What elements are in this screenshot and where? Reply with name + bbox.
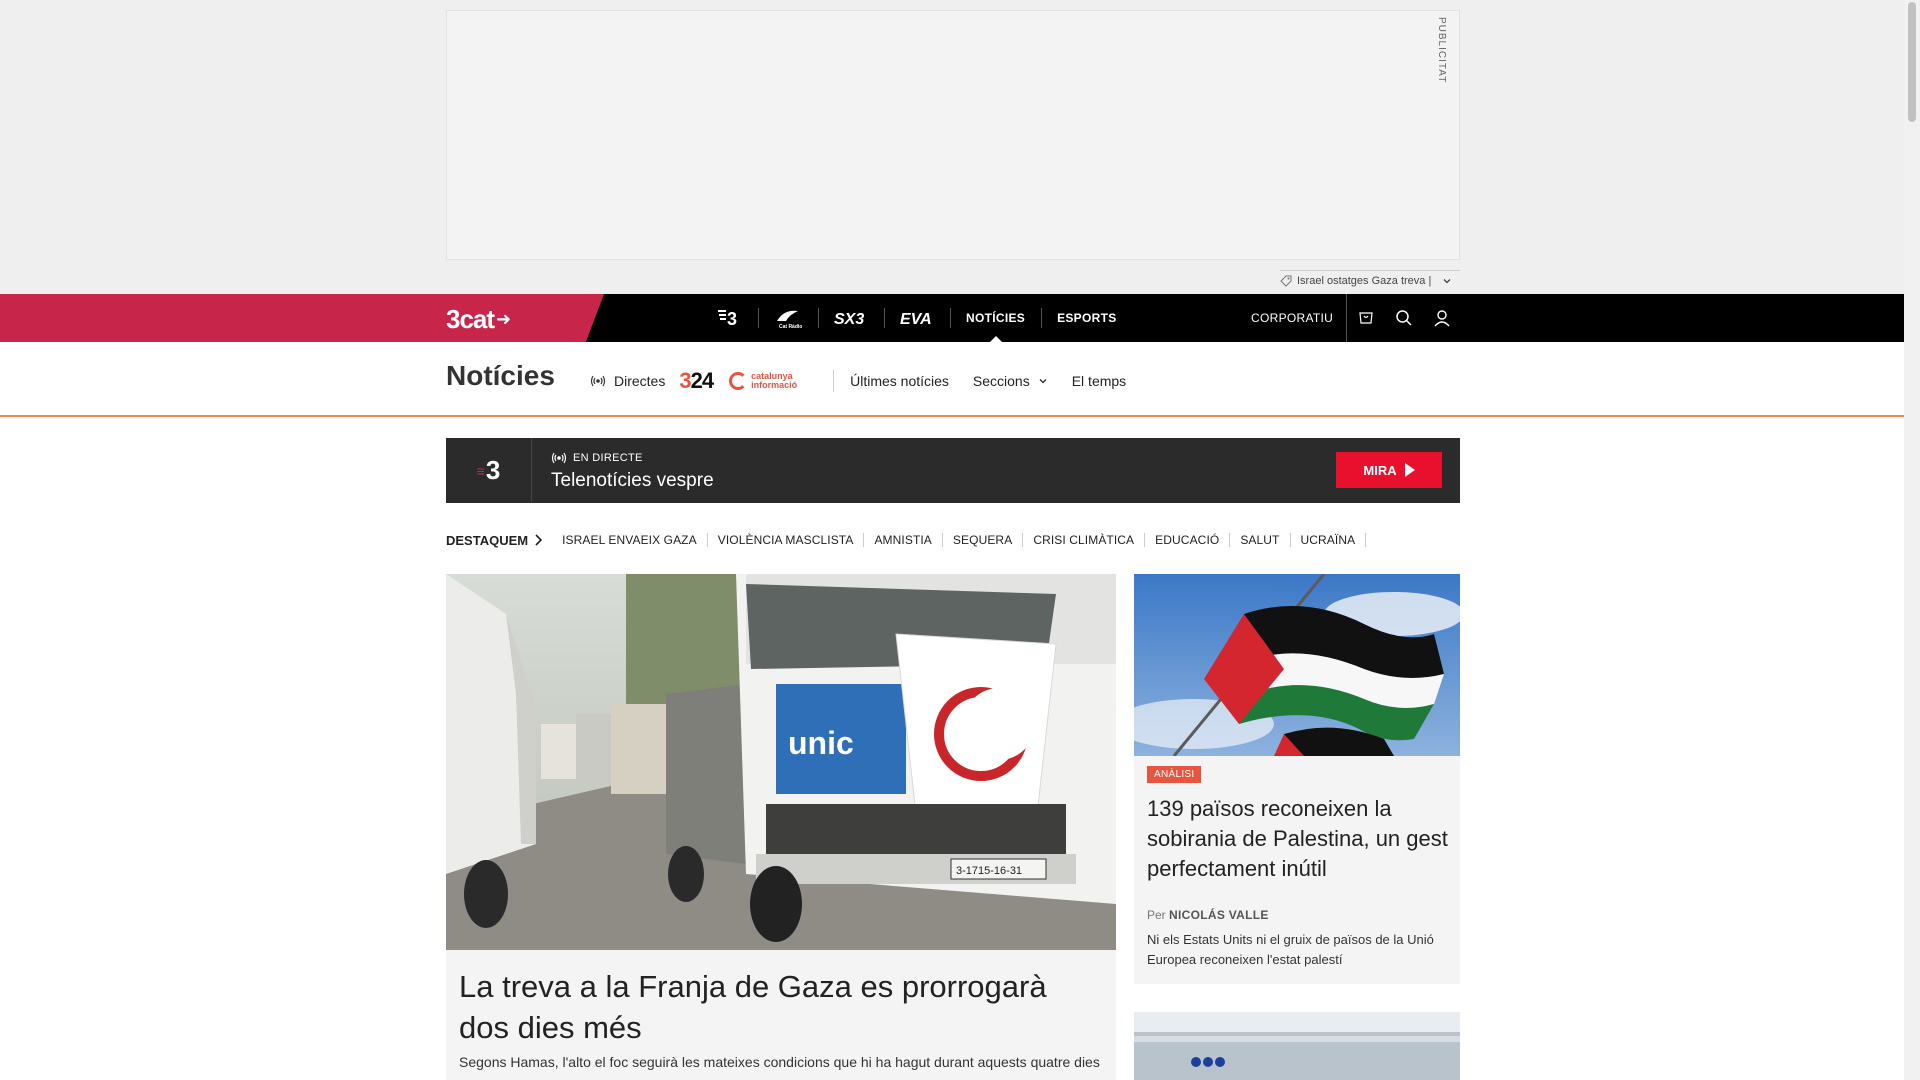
corporate-link[interactable]: CORPORATIU — [1251, 294, 1333, 342]
user-icon[interactable] — [1423, 309, 1461, 327]
nav-seccions[interactable]: Seccions — [973, 373, 1048, 389]
section-nav-items: Directes 324 catalunya informació Últime… — [590, 368, 1150, 394]
channel-noticies-label: NOTÍCIES — [966, 311, 1026, 325]
channel-esports-label: ESPORTS — [1057, 311, 1117, 325]
main-article-summary: Segons Hamas, l'alto el foc seguirà les … — [459, 1054, 1100, 1070]
trending-tags-text: Israel ostatges Gaza treva | — [1297, 274, 1432, 287]
live-tag: EN DIRECTE — [551, 452, 643, 464]
scrollbar-thumb[interactable] — [1908, 2, 1916, 122]
ci-logo-text: catalunya informació — [751, 371, 798, 390]
topic-tag[interactable]: SEQUERA — [943, 533, 1024, 547]
catalunya-informacio-logo[interactable]: catalunya informació — [729, 372, 813, 390]
eva-logo-icon: EVA — [900, 311, 932, 327]
topic-tag[interactable]: EDUCACIÓ — [1145, 533, 1231, 547]
ad-banner[interactable]: PUBLICITAT — [446, 10, 1460, 260]
brand-background — [0, 294, 604, 342]
side-article-card[interactable]: ANÀLISI 139 països reconeixen la sobiran… — [1134, 574, 1460, 984]
cart-icon[interactable] — [1347, 310, 1385, 326]
directes-label: Directes — [614, 373, 666, 389]
page-scrollbar[interactable] — [1904, 0, 1920, 1080]
section-navigation: Notícies Directes 324 catalunya informac… — [0, 342, 1904, 417]
nav-seccions-label: Seccions — [972, 373, 1030, 389]
brand-name: 3cat — [446, 304, 495, 334]
catradio-logo-icon: Cat Ràdio — [777, 310, 802, 329]
channel-catradio[interactable]: Cat Ràdio — [758, 294, 818, 342]
top-navigation-bar: 3cat ➜ 3 Cat Ràdio SX3 EVA NOTÍCIES ESPO… — [0, 294, 1904, 342]
side-article-summary: Ni els Estats Units ni el gruix de païso… — [1147, 932, 1434, 967]
trending-tags[interactable]: Israel ostatges Gaza treva | — [1280, 270, 1460, 290]
byline-prefix: Per — [1147, 908, 1166, 922]
main-article-title[interactable]: La treva a la Franja de Gaza es prorroga… — [459, 966, 1099, 1048]
svg-text:3: 3 — [727, 309, 737, 328]
3cat-logo[interactable]: 3cat ➜ — [446, 304, 511, 335]
featured-topics-title: DESTAQUEM — [446, 532, 529, 548]
nav-divider — [833, 370, 835, 392]
article-byline: Per NICOLÁS VALLE — [1147, 908, 1269, 922]
main-article-card[interactable]: unic 3-1715-16-31 La treva a la Franja d… — [446, 574, 1116, 1080]
truck-plate-text: 3-1715-16-31 — [956, 865, 1022, 877]
channel-noticies[interactable]: NOTÍCIES — [950, 294, 1041, 342]
svg-text:Cat Ràdio: Cat Ràdio — [779, 324, 802, 329]
sx3-logo-icon: SX3 — [834, 311, 864, 327]
truck-sign-text: unic — [788, 725, 854, 761]
play-icon — [1404, 463, 1415, 477]
channel-sx3[interactable]: SX3 — [818, 294, 884, 342]
watch-button-label: MIRA — [1363, 462, 1397, 478]
article-category-badge: ANÀLISI — [1147, 766, 1202, 783]
author-name[interactable]: NICOLÁS VALLE — [1169, 908, 1269, 922]
live-channel-logo: ≡ 3 — [446, 438, 532, 503]
search-icon[interactable] — [1385, 309, 1423, 327]
324-logo[interactable]: 324 — [679, 368, 714, 394]
svg-text:SX3: SX3 — [834, 311, 864, 327]
chevron-down-icon — [1039, 379, 1047, 384]
topic-tag[interactable]: VIOLÈNCIA MASCLISTA — [708, 533, 865, 547]
main-article-image[interactable]: unic 3-1715-16-31 — [446, 574, 1116, 950]
featured-topics-label[interactable]: DESTAQUEM — [446, 532, 543, 548]
directes-link[interactable]: Directes — [590, 373, 665, 389]
next-article-image[interactable] — [1134, 1012, 1460, 1080]
channel-tv3[interactable]: 3 — [700, 294, 758, 342]
user-tools — [1346, 294, 1461, 342]
ci-ring-icon — [729, 372, 748, 390]
channel-eva[interactable]: EVA — [884, 294, 950, 342]
brand-arrow-icon: ➜ — [496, 309, 511, 329]
ad-label: PUBLICITAT — [1436, 17, 1447, 84]
svg-text:EVA: EVA — [900, 311, 932, 327]
channel-list: 3 Cat Ràdio SX3 EVA NOTÍCIES ESPORTS — [700, 294, 1133, 342]
featured-topics: DESTAQUEM ISRAEL ENVAEIX GAZA VIOLÈNCIA … — [446, 530, 1367, 550]
live-banner[interactable]: ≡ 3 EN DIRECTE Telenotícies vespre MIRA — [446, 438, 1460, 503]
tag-icon — [1280, 275, 1292, 287]
side-article-title[interactable]: 139 països reconeixen la sobirania de Pa… — [1147, 794, 1452, 884]
tv3-stripes-icon: ≡ — [476, 462, 485, 479]
live-tag-label: EN DIRECTE — [573, 452, 643, 464]
live-channel-number: 3 — [485, 455, 501, 485]
watch-button[interactable]: MIRA — [1336, 452, 1442, 488]
nav-ultimes-noticies[interactable]: Últimes notícies — [850, 373, 949, 389]
broadcast-icon — [590, 375, 606, 387]
topic-tag[interactable]: SALUT — [1230, 533, 1291, 547]
topic-tag[interactable]: CRISI CLIMÀTICA — [1023, 533, 1146, 547]
section-title[interactable]: Notícies — [446, 360, 555, 392]
broadcast-icon — [551, 452, 567, 464]
nav-el-temps[interactable]: El temps — [1072, 373, 1126, 389]
live-program-title[interactable]: Telenotícies vespre — [551, 470, 714, 492]
side-article-image[interactable] — [1134, 574, 1460, 756]
channel-esports[interactable]: ESPORTS — [1041, 294, 1132, 342]
tv3-logo-icon: 3 — [718, 309, 737, 328]
chevron-down-icon[interactable] — [1442, 276, 1452, 286]
ad-zone: PUBLICITAT Israel ostatges Gaza treva | — [0, 0, 1904, 294]
chevron-right-icon — [535, 534, 543, 546]
topic-tag[interactable]: AMNISTIA — [864, 533, 943, 547]
topic-tag[interactable]: UCRAÏNA — [1291, 533, 1367, 547]
topic-tag[interactable]: ISRAEL ENVAEIX GAZA — [552, 533, 708, 547]
nav-ultimes-noticies-label: Últimes notícies — [850, 373, 949, 389]
nav-el-temps-label: El temps — [1071, 373, 1127, 389]
